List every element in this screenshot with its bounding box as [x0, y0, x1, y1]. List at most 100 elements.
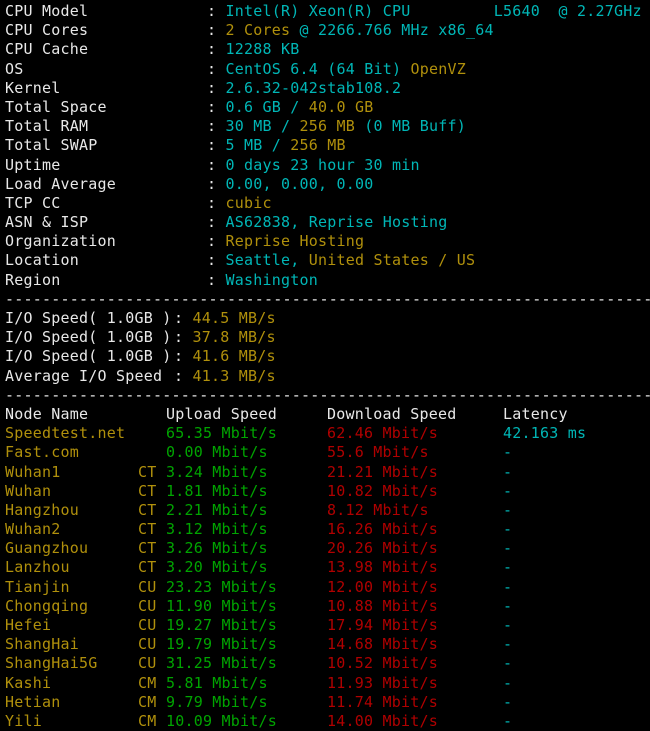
system-info-row: Uptime: 0 days 23 hour 30 min	[5, 156, 650, 175]
io-speed-label: I/O Speed( 1.0GB )	[5, 347, 172, 366]
system-info-row: CPU Cores: 2 Cores @ 2266.766 MHz x86_64	[5, 21, 650, 40]
system-info-value-cont: L5640 @ 2.27GHz	[410, 2, 642, 20]
speedtest-node-name: Wuhan	[5, 481, 52, 500]
speedtest-node-name: Wuhan1	[5, 462, 61, 481]
speedtest-latency: -	[503, 635, 513, 654]
system-info-row: Load Average: 0.00, 0.00, 0.00	[5, 175, 650, 194]
speedtest-row: Wuhan CT 1.81 Mbit/s 10.82 Mbit/s -	[5, 482, 650, 501]
system-info-label: TCP CC	[5, 193, 61, 212]
system-info-row: Location: Seattle, United States / US	[5, 251, 650, 270]
system-info-colon: :	[207, 155, 226, 174]
system-info-label: OS	[5, 59, 24, 78]
speedtest-download-speed: 13.98 Mbit/s	[327, 558, 439, 577]
column-header-latency: Latency	[503, 404, 568, 423]
system-info-row: Total SWAP: 5 MB / 256 MB	[5, 136, 650, 155]
speedtest-download-speed: 10.82 Mbit/s	[327, 481, 439, 500]
speedtest-node-name: Yili	[5, 711, 43, 730]
speedtest-row: Fast.com 0.00 Mbit/s 55.6 Mbit/s -	[5, 443, 650, 462]
system-info-value: 30 MB /	[225, 117, 300, 136]
speedtest-upload-speed: 9.79 Mbit/s	[166, 692, 268, 711]
speedtest-latency: -	[503, 500, 513, 519]
system-info-colon: :	[207, 97, 226, 116]
speedtest-node-name: Guangzhou	[5, 539, 89, 558]
io-speed-colon: :	[174, 309, 193, 327]
speedtest-node-name: Hangzhou	[5, 500, 80, 519]
speedtest-isp-tag: CM	[138, 692, 157, 711]
column-header-node-name: Node Name	[5, 404, 89, 423]
io-speed-row: Average I/O Speed: 41.3 MB/s	[5, 367, 650, 386]
speedtest-upload-speed: 23.23 Mbit/s	[166, 577, 278, 596]
system-info-label: Region	[5, 270, 61, 289]
speedtest-isp-tag: CT	[138, 520, 157, 539]
speedtest-upload-speed: 65.35 Mbit/s	[166, 424, 278, 443]
system-info-value-highlight: 256 MB	[299, 117, 356, 136]
speedtest-download-speed: 10.52 Mbit/s	[327, 654, 439, 673]
speedtest-upload-speed: 3.20 Mbit/s	[166, 558, 268, 577]
system-info-row: TCP CC: cubic	[5, 194, 650, 213]
io-speed-value: 44.5 MB/s	[192, 309, 276, 327]
speedtest-header-row: Node Name Upload Speed Download Speed Laten…	[5, 405, 650, 424]
system-info-value: 0.6 GB /	[225, 97, 309, 116]
speedtest-row: Wuhan1 CT 3.24 Mbit/s 21.21 Mbit/s -	[5, 463, 650, 482]
speedtest-upload-speed: 3.24 Mbit/s	[166, 462, 268, 481]
io-speed-row: I/O Speed( 1.0GB ): 44.5 MB/s	[5, 309, 650, 328]
system-info-colon: :	[207, 251, 226, 270]
speedtest-node-name: ShangHai	[5, 635, 80, 654]
speedtest-isp-tag: CM	[138, 673, 157, 692]
speedtest-upload-speed: 19.79 Mbit/s	[166, 635, 278, 654]
system-info-value: 2.6.32-042stab108.2	[225, 78, 402, 97]
speedtest-node-name: Fast.com	[5, 443, 80, 462]
system-info-colon: :	[207, 232, 226, 251]
speedtest-row: Yili CM 10.09 Mbit/s 14.00 Mbit/s -	[5, 712, 650, 731]
system-info-colon: :	[207, 78, 226, 97]
io-speed-colon: :	[174, 366, 193, 385]
system-info-value-highlight: cubic	[225, 193, 272, 212]
speedtest-latency: -	[503, 481, 513, 500]
system-info-value: Intel(R) Xeon(R) CPU	[225, 2, 411, 20]
speedtest-upload-speed: 19.27 Mbit/s	[166, 616, 278, 634]
speedtest-download-speed: 62.46 Mbit/s	[327, 424, 439, 443]
system-info-section: CPU Model: Intel(R) Xeon(R) CPU L5640 @ …	[5, 2, 650, 290]
system-info-label: CPU Cache	[5, 40, 89, 59]
system-info-row: Organization: Reprise Hosting	[5, 232, 650, 251]
terminal-output[interactable]: CPU Model: Intel(R) Xeon(R) CPU L5640 @ …	[0, 0, 650, 730]
system-info-row: Kernel: 2.6.32-042stab108.2	[5, 79, 650, 98]
system-info-colon: :	[207, 117, 226, 136]
io-speed-colon: :	[174, 347, 193, 366]
speedtest-download-speed: 16.26 Mbit/s	[327, 520, 439, 539]
speedtest-isp-tag: CT	[138, 500, 157, 519]
speedtest-download-speed: 21.21 Mbit/s	[327, 462, 439, 481]
system-info-label: Organization	[5, 232, 117, 251]
speedtest-isp-tag: CU	[138, 616, 157, 634]
speedtest-node-name: Hefei	[5, 616, 52, 634]
io-speed-label: Average I/O Speed	[5, 366, 163, 385]
system-info-value: 12288 KB	[225, 40, 300, 59]
speedtest-node-name: Lanzhou	[5, 558, 70, 577]
io-speed-section: I/O Speed( 1.0GB ): 44.5 MB/s I/O Speed( …	[5, 309, 650, 386]
system-info-value-cont: @ 2266.766 MHz x86_64	[290, 21, 494, 40]
speedtest-node-name: Hetian	[5, 692, 61, 711]
speedtest-upload-speed: 3.12 Mbit/s	[166, 520, 268, 539]
speedtest-row: Tianjin CU 23.23 Mbit/s 12.00 Mbit/s -	[5, 578, 650, 597]
system-info-value-highlight: Reprise Hosting	[225, 232, 365, 251]
speedtest-latency: -	[503, 596, 513, 615]
system-info-row: CPU Cache: 12288 KB	[5, 40, 650, 59]
system-info-value: 5 MB /	[225, 136, 291, 155]
speedtest-latency: -	[503, 577, 513, 596]
system-info-row: OS: CentOS 6.4 (64 Bit) OpenVZ	[5, 60, 650, 79]
speedtest-download-speed: 17.94 Mbit/s	[327, 616, 439, 634]
io-speed-colon: :	[174, 328, 193, 347]
speedtest-latency: -	[503, 443, 513, 462]
speedtest-row: Lanzhou CT 3.20 Mbit/s 13.98 Mbit/s -	[5, 558, 650, 577]
speedtest-isp-tag: CT	[138, 481, 157, 500]
system-info-label: Kernel	[5, 78, 61, 97]
speedtest-row: ShangHai5G CU 31.25 Mbit/s 10.52 Mbit/s -	[5, 654, 650, 673]
io-speed-label: I/O Speed( 1.0GB )	[5, 309, 172, 327]
speedtest-latency: -	[503, 520, 513, 539]
speedtest-upload-speed: 5.81 Mbit/s	[166, 673, 268, 692]
system-info-value-highlight: OpenVZ	[410, 59, 467, 78]
speedtest-upload-speed: 10.09 Mbit/s	[166, 711, 278, 730]
system-info-colon: :	[207, 136, 226, 155]
system-info-value: 0 days 23 hour 30 min	[225, 155, 420, 174]
speedtest-download-speed: 20.26 Mbit/s	[327, 539, 439, 558]
